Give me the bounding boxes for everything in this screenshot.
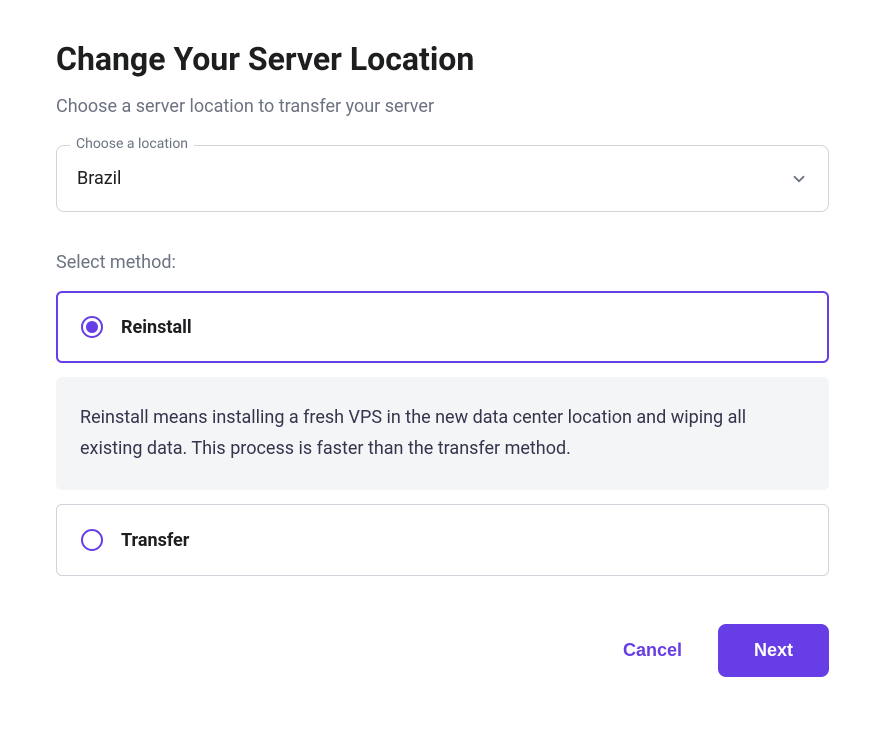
location-select-value: Brazil xyxy=(77,168,121,189)
option-transfer-title: Transfer xyxy=(121,530,189,551)
footer-actions: Cancel Next xyxy=(56,624,829,677)
page-subtitle: Choose a server location to transfer you… xyxy=(56,96,829,117)
location-select-wrapper: Choose a location Brazil xyxy=(56,145,829,212)
radio-unselected-icon xyxy=(81,529,103,551)
location-select[interactable]: Brazil xyxy=(56,145,829,212)
next-button[interactable]: Next xyxy=(718,624,829,677)
chevron-down-icon xyxy=(790,170,808,188)
location-select-label: Choose a location xyxy=(70,136,194,152)
option-reinstall-description-box: Reinstall means installing a fresh VPS i… xyxy=(56,377,829,490)
option-reinstall-title: Reinstall xyxy=(121,317,192,338)
option-transfer[interactable]: Transfer xyxy=(56,504,829,576)
cancel-button[interactable]: Cancel xyxy=(615,626,690,675)
method-label: Select method: xyxy=(56,252,829,273)
option-reinstall[interactable]: Reinstall xyxy=(56,291,829,363)
option-reinstall-description: Reinstall means installing a fresh VPS i… xyxy=(80,403,805,464)
page-title: Change Your Server Location xyxy=(56,40,829,78)
radio-selected-icon xyxy=(81,316,103,338)
